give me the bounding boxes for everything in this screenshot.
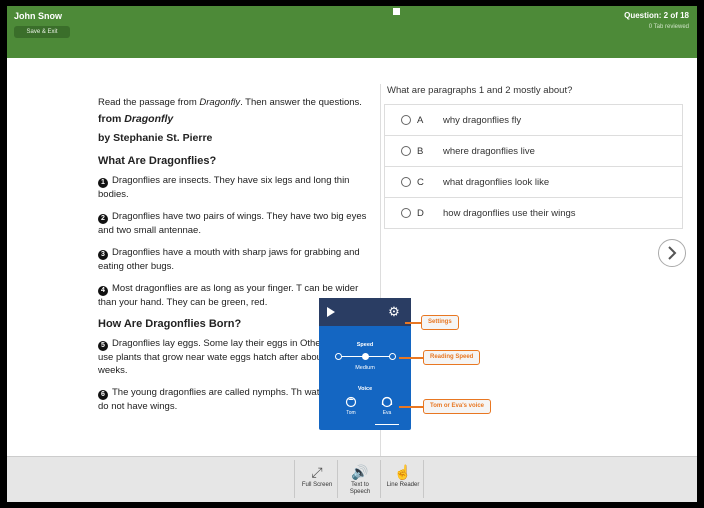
radio-button[interactable] (401, 208, 411, 218)
paragraph: 3 Dragonflies have a mouth with sharp jaw… (98, 247, 360, 272)
passage-intro: Read the passage from Dragonfly. Then an… (98, 97, 362, 108)
section-heading: What Are Dragonflies? (98, 155, 217, 167)
toolbar-divider (423, 460, 424, 498)
boy-avatar-icon (345, 396, 357, 408)
text-to-speech-panel: ⚙ Speed Medium Voice Tom Eva (319, 298, 411, 430)
speed-value: Medium (355, 365, 375, 371)
speed-slow-stop[interactable] (335, 353, 342, 360)
next-question-button[interactable] (658, 239, 686, 267)
speaker-icon: 🔊 (351, 464, 369, 480)
answer-option-c[interactable]: Cwhat dragonflies look like (385, 167, 682, 198)
callout-connector (399, 406, 423, 408)
answer-option-d[interactable]: Dhow dragonflies use their wings (385, 198, 682, 228)
settings-callout: Settings (421, 315, 459, 330)
save-exit-button[interactable]: Save & Exit (14, 26, 70, 38)
selected-voice-indicator (375, 424, 399, 425)
paragraph: 1 Dragonflies are insects. They have six … (98, 175, 350, 200)
speed-fast-stop[interactable] (389, 353, 396, 360)
header-handle[interactable] (393, 8, 400, 15)
reviewed-status[interactable]: 0 Tab reviewed (649, 24, 689, 30)
speed-medium-stop[interactable] (362, 353, 369, 360)
paragraph-number: 6 (98, 390, 108, 400)
answer-options: Awhy dragonflies fly Bwhere dragonflies … (384, 104, 683, 229)
tts-controls-bar: ⚙ (319, 298, 411, 326)
reading-speed-callout: Reading Speed (423, 350, 481, 365)
voice-callout: Tom or Eva's voice (423, 399, 492, 414)
question-prompt: What are paragraphs 1 and 2 mostly about… (387, 85, 573, 96)
speed-label: Speed (356, 342, 374, 348)
toolbar-divider (337, 460, 338, 498)
callout-connector (399, 357, 423, 359)
voice-tom-button[interactable]: Tom (341, 396, 361, 416)
voice-tom-label: Tom (346, 410, 356, 416)
chevron-right-icon (668, 246, 677, 260)
paragraph-number: 1 (98, 178, 108, 188)
radio-button[interactable] (401, 115, 411, 125)
voice-eva-button[interactable]: Eva (377, 396, 397, 416)
girl-avatar-icon (381, 396, 393, 408)
paragraph-number: 2 (98, 214, 108, 224)
callout-connector (405, 322, 421, 324)
passage-author: by Stephanie St. Pierre (98, 132, 213, 144)
radio-button[interactable] (401, 146, 411, 156)
student-name: John Snow (14, 11, 62, 21)
full-screen-button[interactable]: ⤢ Full Screen (299, 464, 335, 489)
gear-icon[interactable]: ⚙ (385, 303, 403, 321)
voice-eva-label: Eva (382, 410, 392, 416)
paragraph-number: 3 (98, 250, 108, 260)
bottom-toolbar: ⤢ Full Screen 🔊 Text to Speech ☝ Line Re… (7, 456, 697, 502)
toolbar-divider (380, 460, 381, 498)
line-reader-icon: ☝ (394, 464, 412, 480)
header-bar: John Snow Save & Exit Question: 2 of 18 … (7, 6, 697, 58)
paragraph-number: 4 (98, 286, 108, 296)
expand-icon: ⤢ (311, 464, 323, 480)
radio-button[interactable] (401, 177, 411, 187)
answer-option-a[interactable]: Awhy dragonflies fly (385, 105, 682, 136)
play-icon[interactable] (327, 307, 335, 317)
text-to-speech-button[interactable]: 🔊 Text to Speech (342, 464, 378, 496)
app-frame: John Snow Save & Exit Question: 2 of 18 … (7, 6, 697, 502)
passage-source: from Dragonfly (98, 113, 174, 125)
paragraph: 2 Dragonflies have two pairs of wings. Th… (98, 211, 367, 236)
voice-label: Voice (357, 386, 373, 392)
question-counter: Question: 2 of 18 (624, 11, 689, 20)
answer-option-b[interactable]: Bwhere dragonflies live (385, 136, 682, 167)
toolbar-divider (294, 460, 295, 498)
line-reader-button[interactable]: ☝ Line Reader (385, 464, 421, 489)
paragraph-number: 5 (98, 341, 108, 351)
